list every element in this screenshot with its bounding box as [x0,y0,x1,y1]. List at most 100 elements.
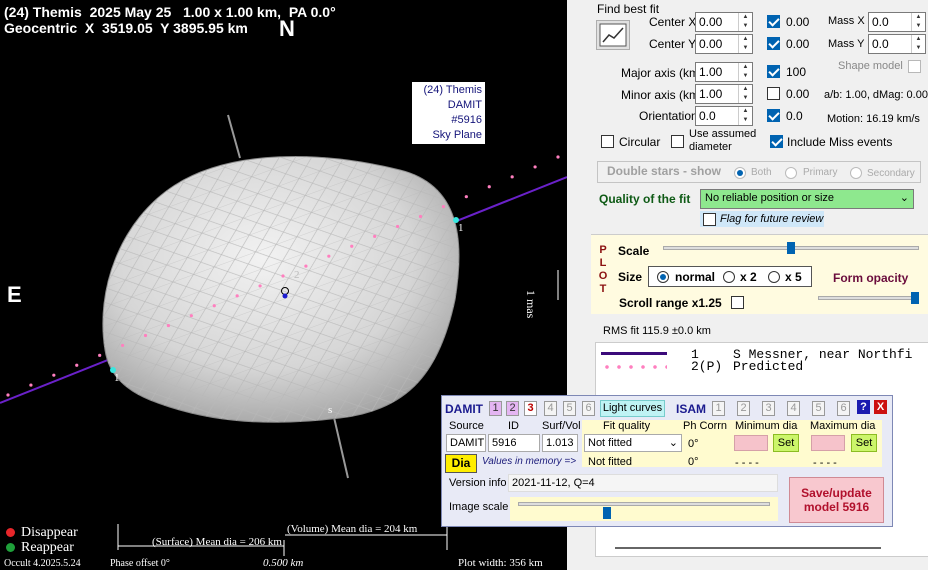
center-y-input[interactable]: 0.00 ▲ ▼ [695,34,753,54]
spin-arrows-icon[interactable]: ▲ ▼ [738,13,752,31]
asteroid-mesh [102,156,460,423]
north-label: N [279,16,295,41]
spin-arrows-icon[interactable]: ▲ ▼ [738,85,752,103]
isam-model-6[interactable]: 6 [837,401,850,416]
predicted-dot [189,314,193,318]
version-info-value: 2021-11-12, Q=4 [508,474,778,492]
dia-button[interactable]: Dia [445,454,477,473]
light-curves-button[interactable]: Light curves [600,400,665,417]
major-axis-weight: 100 [786,65,807,79]
info-plane: Sky Plane [432,129,482,141]
double-stars-label: Double stars - show [607,164,722,178]
minor-axis-input[interactable]: 1.00 ▲ ▼ [695,84,753,104]
image-scale-thumb[interactable] [603,507,611,519]
opacity-slider[interactable] [818,296,918,300]
pole-axis-top [227,114,241,159]
isam-model-5[interactable]: 5 [812,401,825,416]
predicted-dot [281,274,285,278]
predicted-dot [29,383,33,387]
pole-label: s [328,404,333,416]
size-normal-radio[interactable] [657,271,669,283]
help-button[interactable]: ? [857,400,870,414]
damit-model-4[interactable]: 4 [544,401,557,416]
legend-reappear: Reappear [6,540,74,556]
damit-model-2[interactable]: 2 [506,401,519,416]
fit-memory-value: Not fitted [588,456,633,468]
save-update-button[interactable]: Save/update model 5916 [789,477,884,523]
orientation-check[interactable] [767,109,780,122]
both-radio[interactable] [734,167,746,179]
use-assumed-check[interactable] [671,135,684,148]
major-axis-input[interactable]: 1.00 ▲ ▼ [695,62,753,82]
min-dia-input[interactable] [734,435,768,451]
predicted-dot [327,254,331,258]
rms-fit-label: RMS fit 115.9 ±0.0 km [603,325,711,337]
image-scale-area [510,497,778,521]
image-scale-label: Image scale [449,501,509,513]
isam-label: ISAM [676,402,706,416]
predicted-dot [258,284,262,288]
image-scale-slider[interactable] [518,502,770,506]
major-axis-label: Major axis (km) [621,66,704,80]
include-miss-check[interactable] [770,135,783,148]
mass-y-input[interactable]: 0.0 ▲ ▼ [868,34,926,54]
fit-quality-select[interactable]: Not fitted ⌄ [584,434,682,452]
circular-check[interactable] [601,135,614,148]
spin-arrows-icon[interactable]: ▲ ▼ [738,107,752,125]
center-x-check[interactable] [767,15,780,28]
isam-model-3[interactable]: 3 [762,401,775,416]
max-memory-value: - - - - [813,457,837,469]
flag-review-check[interactable] [703,213,716,226]
damit-model-5[interactable]: 5 [563,401,576,416]
size-x5-radio[interactable] [768,271,780,283]
plot-width-label: Plot width: 356 km [458,557,543,569]
isam-model-2[interactable]: 2 [737,401,750,416]
source-value: DAMIT [446,434,486,452]
ph-corrn-value: 0° [688,438,699,450]
ph-memory-value: 0° [688,456,699,468]
set-min-button[interactable]: Set [773,434,799,452]
minor-axis-check[interactable] [767,87,780,100]
damit-model-1[interactable]: 1 [489,401,502,416]
disappear-dot-icon [6,528,15,538]
mass-x-input[interactable]: 0.0 ▲ ▼ [868,12,926,32]
opacity-slider-thumb[interactable] [911,292,919,304]
close-button[interactable]: X [874,400,887,414]
quality-label: Quality of the fit [599,192,691,206]
orientation-weight: 0.0 [786,109,803,123]
mass-center-marker [282,293,288,299]
center-x-input[interactable]: 0.00 ▲ ▼ [695,12,753,32]
secondary-radio[interactable] [850,167,862,179]
damit-label: DAMIT [445,402,483,416]
spin-arrows-icon[interactable]: ▲ ▼ [911,35,925,53]
orientation-input[interactable]: 0.0 ▲ ▼ [695,106,753,126]
chord-label-left: 1 [114,372,120,384]
quality-select[interactable]: No reliable position or size ⌄ [700,189,914,209]
info-asteroid: (24) Themis [423,84,482,96]
predicted-dot [395,224,400,229]
spin-arrows-icon[interactable]: ▲ ▼ [911,13,925,31]
set-max-button[interactable]: Set [851,434,877,452]
info-box: (24) Themis DAMIT #5916 Sky Plane [412,82,485,144]
major-axis-check[interactable] [767,65,780,78]
scale-slider-thumb[interactable] [787,242,795,254]
size-normal-label: normal [675,270,716,284]
min-dia-label: Minimum dia [735,420,798,432]
primary-radio[interactable] [785,167,797,179]
spin-arrows-icon[interactable]: ▲ ▼ [738,63,752,81]
legend-scrollbar[interactable] [615,547,881,549]
max-dia-input[interactable] [811,435,845,451]
damit-window: DAMIT 1 2 3 4 5 6 Light curves ISAM 1 2 … [441,395,893,527]
version-label: Occult 4.2025.5.24 [4,558,81,569]
east-label: E [7,282,22,307]
spin-arrows-icon[interactable]: ▲ ▼ [738,35,752,53]
size-x2-radio[interactable] [723,271,735,283]
shape-model-check[interactable] [908,60,921,73]
damit-model-6[interactable]: 6 [582,401,595,416]
fit-button[interactable] [596,20,630,50]
isam-model-4[interactable]: 4 [787,401,800,416]
damit-model-3[interactable]: 3 [524,401,537,416]
center-y-check[interactable] [767,37,780,50]
isam-model-1[interactable]: 1 [712,401,725,416]
scroll-range-check[interactable] [731,296,744,309]
